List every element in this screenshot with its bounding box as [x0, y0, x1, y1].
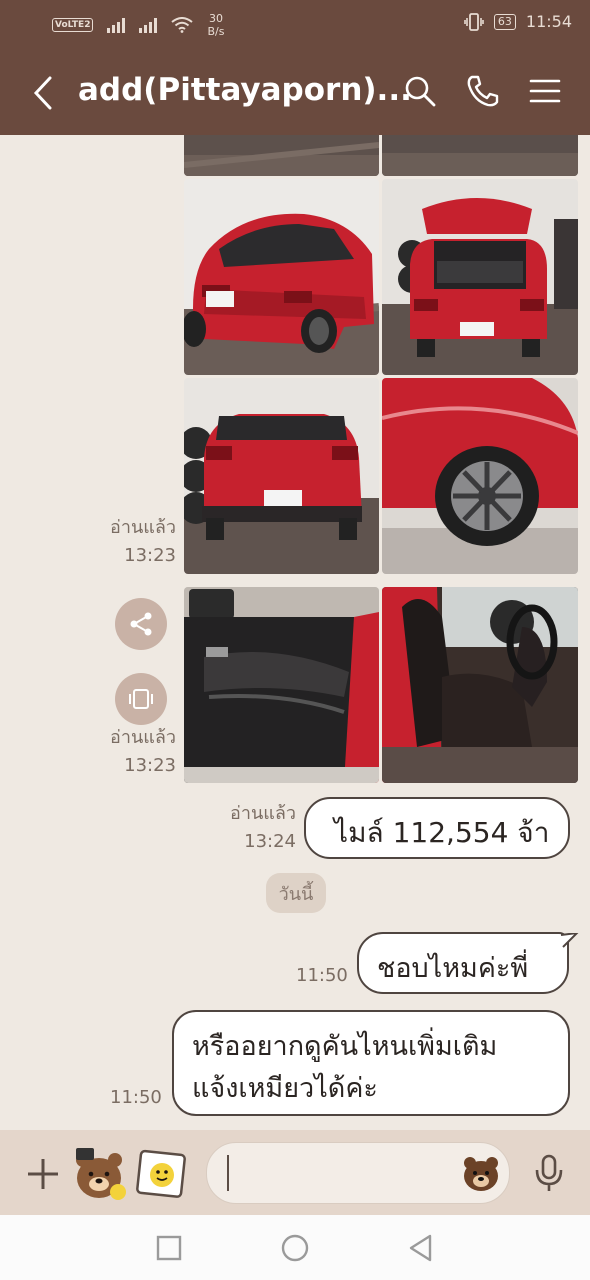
message-text: ชอบไหมค่ะพี่ — [377, 953, 529, 984]
photo-image — [184, 179, 379, 375]
chat-title[interactable]: add(Pittayaporn)... — [78, 72, 412, 108]
car-photo-rear-quarter[interactable] — [184, 179, 379, 375]
message-text-line: หรืออยากดูคันไหนเพิ่มเติม — [192, 1031, 498, 1062]
message-bubble-more[interactable]: หรืออยากดูคันไหนเพิ่มเติม แจ้งเหมียวได้ค… — [172, 1010, 570, 1116]
status-left: VoLTE2 30 B/s — [52, 12, 224, 38]
message-text: ไมล์ 112,554 จ้า — [334, 816, 550, 849]
chat-area[interactable]: อ่านแล้ว 13:23 อ่านแล้ว 13:23 อ่านแล้ว 1… — [0, 135, 590, 1130]
mic-icon[interactable] — [534, 1154, 564, 1192]
signal-2-icon — [139, 17, 158, 33]
photo-image — [382, 587, 578, 783]
car-photo-rear[interactable] — [184, 378, 379, 574]
plus-icon[interactable] — [26, 1157, 60, 1191]
photo-image — [184, 587, 379, 783]
read-status: อ่านแล้ว 13:24 — [230, 803, 296, 852]
recent-apps-icon[interactable] — [156, 1235, 182, 1261]
message-time: 11:50 — [296, 965, 348, 986]
message-input-bar — [0, 1130, 590, 1215]
message-time: 11:50 — [110, 1087, 162, 1108]
message-bubble-ask[interactable]: ชอบไหมค่ะพี่ — [357, 932, 569, 994]
home-icon[interactable] — [281, 1234, 309, 1262]
vibrate-icon — [464, 12, 484, 31]
keep-icon — [129, 689, 153, 709]
car-photo-wheel[interactable] — [382, 378, 578, 574]
back-icon[interactable] — [32, 76, 54, 110]
emoji-icon[interactable] — [461, 1154, 501, 1194]
text-caret — [227, 1155, 229, 1191]
car-photo-front-seats[interactable] — [382, 587, 578, 783]
signal-icon — [107, 17, 126, 33]
car-photo-open-trunk[interactable] — [382, 179, 578, 375]
date-separator: วันนี้ — [266, 873, 326, 913]
back-nav-icon[interactable] — [408, 1234, 434, 1262]
message-bubble-mileage[interactable]: ไมล์ 112,554 จ้า — [304, 797, 570, 859]
search-icon[interactable] — [403, 74, 437, 108]
status-bar: VoLTE2 30 B/s 63 11:54 — [0, 0, 590, 50]
battery-icon: 63 — [493, 13, 516, 30]
photo-cropped-right[interactable] — [382, 135, 578, 176]
photo-image — [382, 179, 578, 375]
phone-icon[interactable] — [466, 74, 500, 108]
bubble-tail — [561, 933, 579, 948]
photo-icon[interactable] — [136, 1148, 188, 1200]
volte-icon: VoLTE2 — [52, 18, 94, 32]
clock: 11:54 — [525, 12, 572, 31]
read-status: อ่านแล้ว 13:23 — [110, 517, 176, 566]
photo-image — [382, 135, 578, 176]
share-button[interactable] — [115, 598, 167, 650]
message-input[interactable] — [206, 1142, 510, 1204]
wifi-icon — [171, 17, 194, 33]
network-speed: 30 B/s — [207, 12, 225, 38]
status-right: 63 11:54 — [464, 12, 572, 31]
photo-image — [382, 378, 578, 574]
menu-icon[interactable] — [528, 74, 562, 108]
photo-image — [184, 135, 379, 176]
photo-image — [184, 378, 379, 574]
car-photo-door-interior[interactable] — [184, 587, 379, 783]
keep-button[interactable] — [115, 673, 167, 725]
read-status: อ่านแล้ว 13:23 — [110, 727, 176, 776]
share-icon — [130, 612, 152, 636]
system-nav-bar — [0, 1215, 590, 1280]
sticker-icon[interactable] — [70, 1144, 128, 1202]
chat-header: add(Pittayaporn)... — [0, 50, 590, 135]
message-text-line: แจ้งเหมียวได้ค่ะ — [192, 1073, 378, 1104]
photo-cropped-left[interactable] — [184, 135, 379, 176]
